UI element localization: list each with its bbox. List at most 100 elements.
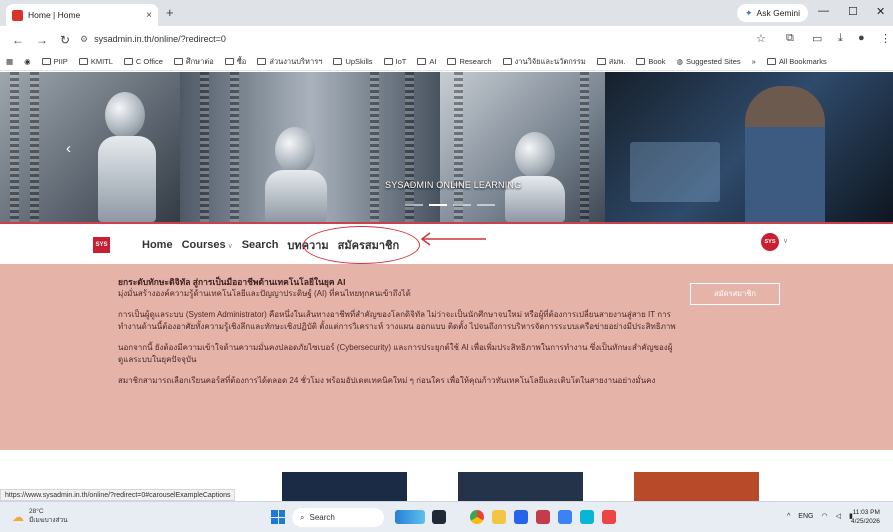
folder-icon	[417, 58, 427, 65]
bookmark-folder[interactable]: ส่วนงานบริหารฯ	[257, 56, 322, 68]
language-indicator[interactable]: ENG	[798, 513, 813, 520]
back-arrow-icon[interactable]: ←	[12, 33, 24, 47]
clock-date: 4/25/2026	[851, 518, 880, 525]
reading-mode-icon[interactable]: ▭	[812, 32, 822, 45]
bookmark-folder[interactable]: C Office	[123, 57, 163, 66]
annotation-circle	[303, 226, 420, 264]
carousel-indicator[interactable]	[405, 204, 423, 206]
extensions-icon[interactable]: ⧉	[786, 32, 794, 45]
course-card-thumbnail[interactable]	[634, 472, 759, 501]
clock-time: 11:03 PM	[852, 509, 880, 516]
system-tray[interactable]: ^ ENG ◠ ◁ ▮	[787, 512, 853, 521]
office-app-icon[interactable]	[536, 510, 550, 524]
browser-menu-icon[interactable]: ⋮	[880, 32, 891, 45]
promo-paragraph: การเป็นผู้ดูแลระบบ (System Administrator…	[118, 310, 676, 331]
monitor-glow	[630, 142, 720, 202]
promo-subtitle: มุ่งมั่นสร้างองค์ความรู้ด้านเทคโนโลยีและ…	[118, 289, 411, 298]
tray-overflow-icon[interactable]: ^	[787, 513, 790, 520]
course-card-thumbnail[interactable]	[282, 472, 407, 501]
new-tab-button[interactable]: +	[166, 5, 174, 20]
hero-slide-image	[0, 72, 180, 222]
close-window-button[interactable]: ✕	[876, 5, 885, 18]
carousel-indicators	[405, 204, 495, 206]
carousel-indicator[interactable]	[477, 204, 495, 206]
task-view-icon[interactable]	[432, 510, 446, 524]
url-input[interactable]: ⚙ sysadmin.in.th/online/?redirect=0	[80, 29, 740, 49]
hero-carousel[interactable]	[0, 72, 893, 222]
weather-desc: มีเมฆบางส่วน	[29, 517, 68, 524]
folder-icon	[766, 58, 776, 65]
hero-slide-image	[440, 72, 605, 222]
status-bar-url: https://www.sysadmin.in.th/online/?redir…	[0, 489, 236, 501]
ask-gemini-label: Ask Gemini	[756, 8, 801, 18]
taskbar-search-label: Search	[309, 513, 335, 522]
bookmark-folder[interactable]: KMITL	[78, 57, 113, 66]
bookmark-folder[interactable]: UpSkills	[333, 57, 373, 66]
apps-grid-icon[interactable]: ▦	[6, 57, 13, 66]
bookmark-folder[interactable]: ศึกษาต่อ	[173, 56, 214, 68]
weather-widget[interactable]: ☁ 28°C มีเมฆบางส่วน	[12, 508, 68, 525]
bookmark-folder[interactable]: Book	[636, 57, 665, 66]
bookmark-folder[interactable]: งานวิจัยและนวัตกรรม	[502, 56, 586, 68]
carousel-indicator[interactable]	[429, 204, 447, 206]
taskbar-search[interactable]: ⌕ Search	[292, 508, 384, 527]
folder-icon	[41, 58, 51, 65]
site-favicon-icon	[12, 9, 23, 21]
app-icon[interactable]	[580, 510, 594, 524]
all-bookmarks-button[interactable]: All Bookmarks	[766, 57, 827, 66]
store-icon[interactable]	[558, 510, 572, 524]
nav-courses[interactable]: Courses ∨	[182, 239, 233, 251]
taskbar-clock[interactable]: 11:03 PM 4/25/2026	[851, 508, 880, 526]
reload-icon[interactable]: ↻	[60, 33, 70, 47]
forward-arrow-icon[interactable]: →	[36, 33, 48, 47]
bookmark-folder[interactable]: IoT	[383, 57, 406, 66]
bookmark-star-icon[interactable]: ☆	[756, 32, 766, 45]
site-info-icon[interactable]: ⚙	[80, 34, 88, 45]
download-icon[interactable]: ⤓	[838, 32, 843, 45]
folder-icon	[78, 58, 88, 65]
bookmark-folder[interactable]: PIIP	[41, 57, 68, 66]
robot-body	[98, 136, 156, 222]
nav-home[interactable]: Home	[142, 239, 173, 251]
profile-avatar-icon[interactable]: ●	[858, 32, 865, 44]
minimize-button[interactable]: —	[818, 5, 829, 17]
chrome-store-icon[interactable]: ◉	[24, 57, 31, 66]
carousel-prev-icon[interactable]: ‹	[66, 140, 71, 157]
bookmark-folder[interactable]: ซื้อ	[224, 56, 246, 68]
maximize-button[interactable]: ☐	[848, 5, 858, 18]
server-rack	[454, 72, 463, 222]
robot-head	[105, 92, 145, 138]
bookmark-folder[interactable]: Research	[447, 57, 492, 66]
browser-tab-strip: Home | Home × + ✦ Ask Gemini — ☐ ✕	[0, 0, 893, 26]
nav-search[interactable]: Search	[242, 239, 279, 251]
browser-tab-home[interactable]: Home | Home ×	[6, 4, 158, 26]
course-card-thumbnail[interactable]	[458, 472, 583, 501]
start-button[interactable]	[271, 510, 285, 524]
folder-icon	[173, 58, 183, 65]
folder-icon	[502, 58, 512, 65]
user-avatar[interactable]: SYS	[761, 233, 779, 251]
edge-icon[interactable]	[514, 510, 528, 524]
annotation-arrow-icon	[420, 232, 486, 246]
file-explorer-icon[interactable]	[492, 510, 506, 524]
folder-icon	[123, 58, 133, 65]
app-icon[interactable]	[602, 510, 616, 524]
server-rack	[10, 72, 19, 222]
folder-icon	[383, 58, 393, 65]
bookmark-folder[interactable]: สมพ.	[596, 56, 625, 68]
chrome-icon[interactable]	[470, 510, 484, 524]
ask-gemini-button[interactable]: ✦ Ask Gemini	[737, 4, 809, 22]
wifi-icon[interactable]: ◠	[821, 512, 827, 520]
promo-paragraph: สมาชิกสามารถเลือกเรียนคอร์สที่ต้องการได้…	[118, 376, 656, 385]
bookmark-suggested-sites[interactable]: ◍ Suggested Sites	[676, 57, 740, 66]
weather-temp: 28°C	[29, 508, 44, 515]
carousel-indicator[interactable]	[453, 204, 471, 206]
volume-icon[interactable]: ◁	[836, 512, 841, 520]
chevron-down-icon[interactable]: ∨	[783, 237, 788, 245]
bookmarks-overflow-button[interactable]: »	[752, 57, 756, 66]
register-button[interactable]: สมัครสมาชิก	[690, 283, 780, 305]
bookmark-folder[interactable]: AI	[417, 57, 436, 66]
site-logo[interactable]: SYS	[93, 237, 110, 253]
taskbar-widget-icon[interactable]	[395, 510, 425, 524]
tab-close-icon[interactable]: ×	[146, 10, 152, 21]
